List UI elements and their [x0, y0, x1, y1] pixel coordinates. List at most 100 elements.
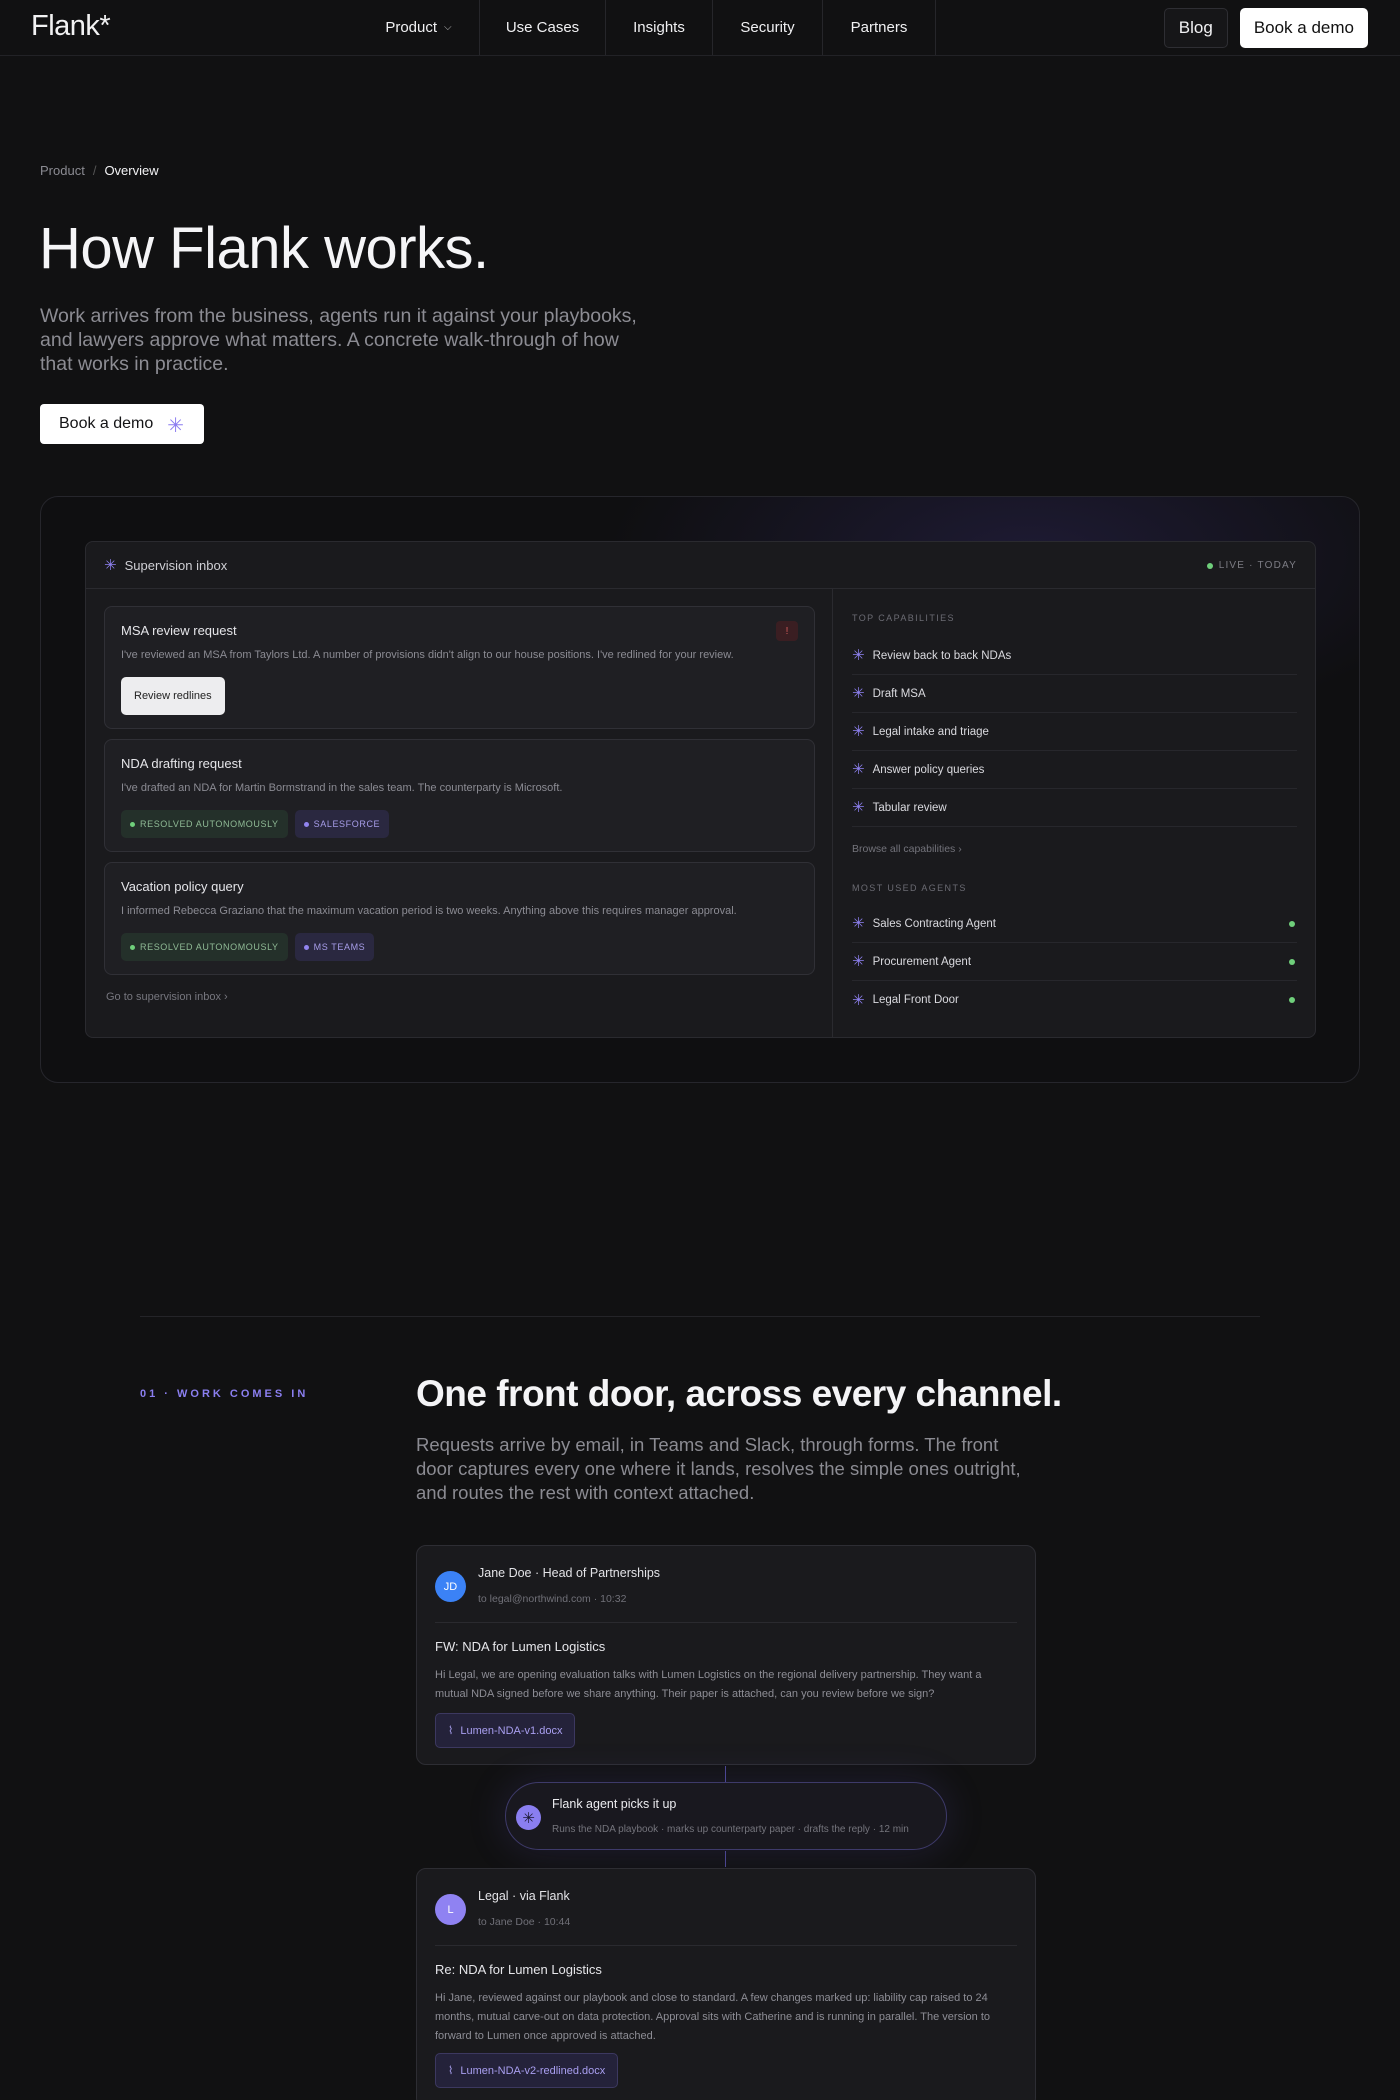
nav-product[interactable]: Product ⌵: [358, 0, 480, 55]
agent-item[interactable]: ✳ Procurement Agent: [852, 943, 1297, 981]
agent-step-title: Flank agent picks it up: [552, 1797, 677, 1811]
asterisk-icon: ✳: [852, 991, 865, 1009]
asterisk-icon: ✳: [852, 761, 865, 778]
email-attachment[interactable]: ⌇ Lumen-NDA-v2-redlined.docx: [435, 2053, 619, 2088]
reply-email-card: L Legal · via Flank to Jane Doe · 10:44 …: [416, 1868, 1036, 2100]
card-tags: RESOLVED AUTONOMOUSLY MS TEAMS: [121, 933, 375, 961]
email-to: to Jane Doe · 10:44: [478, 1916, 571, 1928]
nav-links: Product ⌵ Use Cases Insights Security Pa…: [358, 0, 936, 55]
flow-connector: [725, 1766, 726, 1782]
status-badge: RESOLVED AUTONOMOUSLY: [121, 810, 288, 838]
asterisk-icon: ✳: [852, 799, 865, 816]
panel-title: ✳ Supervision inbox: [104, 558, 227, 573]
email-attachment[interactable]: ⌇ Lumen-NDA-v1.docx: [435, 1713, 576, 1748]
card-title: NDA drafting request: [121, 756, 242, 771]
channel-badge: MS TEAMS: [294, 933, 375, 961]
agent-item[interactable]: ✳ Legal Front Door: [852, 981, 1297, 1019]
email-body: Hi Legal, we are opening evaluation talk…: [435, 1669, 982, 1700]
capability-label: Tabular review: [872, 801, 947, 814]
asterisk-icon: ✳: [852, 647, 865, 664]
live-status: LIVE · TODAY: [1206, 560, 1297, 571]
agent-item[interactable]: ✳ Sales Contracting Agent: [852, 905, 1297, 943]
asterisk-icon: ✳: [852, 915, 865, 932]
hero-book-demo-button[interactable]: Book a demo ✳: [40, 404, 204, 444]
nav-actions: Blog Book a demo: [1163, 8, 1368, 48]
capability-label: Review back to back NDAs: [872, 649, 1012, 662]
product-showcase: ✳ Supervision inbox LIVE · TODAY MSA rev…: [40, 496, 1360, 1083]
nav-insights[interactable]: Insights: [606, 0, 713, 55]
agents-heading: MOST USED AGENTS: [852, 883, 967, 893]
card-body: I informed Rebecca Graziano that the max…: [121, 905, 737, 917]
capability-item[interactable]: ✳ Draft MSA: [852, 675, 1297, 713]
badge-label: MS TEAMS: [313, 942, 366, 952]
card-tags: RESOLVED AUTONOMOUSLY SALESFORCE: [121, 810, 390, 838]
nav-use-cases[interactable]: Use Cases: [480, 0, 606, 55]
active-dot-icon: [1289, 959, 1295, 965]
paperclip-icon: ⌇: [448, 2065, 454, 2077]
hero-cta-label: Book a demo: [59, 415, 154, 432]
inbox-card-nda[interactable]: NDA drafting request I've drafted an NDA…: [104, 739, 815, 852]
review-redlines-button[interactable]: Review redlines: [121, 677, 225, 715]
section-eyebrow: 01 · WORK COMES IN: [140, 1388, 309, 1400]
live-dot-icon: [1206, 562, 1213, 569]
agent-step: ✳ Flank agent picks it up Runs the NDA p…: [505, 1782, 947, 1850]
capability-item[interactable]: ✳ Legal intake and triage: [852, 713, 1297, 751]
channel-badge: SALESFORCE: [294, 810, 390, 838]
capabilities-sidebar: TOP CAPABILITIES ✳ Review back to back ND…: [834, 589, 1315, 1037]
section-divider: [140, 1316, 1260, 1317]
asterisk-icon: ✳: [104, 557, 117, 574]
email-divider: [435, 1622, 1017, 1623]
supervision-inbox-panel: ✳ Supervision inbox LIVE · TODAY MSA rev…: [85, 541, 1316, 1038]
panel-header: ✳ Supervision inbox LIVE · TODAY: [86, 542, 1315, 589]
card-body: I've drafted an NDA for Martin Bormstran…: [121, 782, 563, 794]
go-to-inbox-link[interactable]: Go to supervision inbox ›: [106, 991, 228, 1003]
active-dot-icon: [1289, 997, 1295, 1003]
inbox-list: MSA review request ! I've reviewed an MS…: [86, 589, 833, 1037]
card-title: MSA review request: [121, 623, 237, 638]
asterisk-icon: ✳: [852, 723, 865, 740]
avatar: JD: [435, 1571, 466, 1602]
blog-button[interactable]: Blog: [1163, 8, 1228, 48]
email-from: Legal · via Flank: [478, 1889, 570, 1903]
capabilities-heading: TOP CAPABILITIES: [852, 613, 955, 623]
email-from: Jane Doe · Head of Partnerships: [478, 1566, 661, 1580]
browse-capabilities-link[interactable]: Browse all capabilities ›: [852, 843, 962, 855]
asterisk-icon: ✳: [516, 1805, 541, 1830]
email-to: to legal@northwind.com · 10:32: [478, 1593, 627, 1605]
avatar: L: [435, 1894, 466, 1925]
agent-label: Procurement Agent: [872, 955, 972, 968]
status-badge: RESOLVED AUTONOMOUSLY: [121, 933, 288, 961]
paperclip-icon: ⌇: [448, 1725, 454, 1737]
live-status-text: LIVE · TODAY: [1218, 560, 1297, 571]
capability-label: Answer policy queries: [872, 763, 985, 776]
flank-logo[interactable]: Flank*: [31, 10, 111, 43]
status-dot-icon: [130, 821, 135, 827]
hero-subtitle: Work arrives from the business, agents r…: [40, 305, 637, 375]
email-subject: FW: NDA for Lumen Logistics: [435, 1639, 606, 1654]
asterisk-icon: ✳: [852, 953, 865, 970]
nav-security[interactable]: Security: [713, 0, 823, 55]
card-body: I've reviewed an MSA from Taylors Ltd. A…: [121, 649, 734, 661]
channel-dot-icon: [303, 944, 309, 950]
badge-label: RESOLVED AUTONOMOUSLY: [140, 819, 279, 829]
panel-title-text: Supervision inbox: [124, 558, 228, 573]
breadcrumb-product[interactable]: Product: [40, 163, 85, 178]
alert-icon: !: [776, 621, 798, 641]
flow-connector: [725, 1851, 726, 1867]
email-divider: [435, 1945, 1017, 1946]
capability-item[interactable]: ✳ Answer policy queries: [852, 751, 1297, 789]
section-subtitle: Requests arrive by email, in Teams and S…: [416, 1434, 1021, 1503]
capability-item[interactable]: ✳ Review back to back NDAs: [852, 637, 1297, 675]
book-demo-button[interactable]: Book a demo: [1239, 8, 1368, 48]
inbox-card-msa[interactable]: MSA review request ! I've reviewed an MS…: [104, 606, 815, 729]
asterisk-icon: ✳: [167, 415, 184, 437]
inbox-card-vacation[interactable]: Vacation policy query I informed Rebecca…: [104, 862, 815, 975]
nav-product-label: Product: [385, 19, 438, 36]
attachment-name: Lumen-NDA-v1.docx: [460, 1724, 563, 1737]
capability-item[interactable]: ✳ Tabular review: [852, 789, 1297, 827]
agent-step-subtitle: Runs the NDA playbook · marks up counter…: [552, 1824, 909, 1835]
agent-label: Legal Front Door: [872, 994, 959, 1006]
badge-label: RESOLVED AUTONOMOUSLY: [140, 942, 279, 952]
nav-partners[interactable]: Partners: [823, 0, 936, 55]
page-title: How Flank works.: [39, 216, 489, 281]
